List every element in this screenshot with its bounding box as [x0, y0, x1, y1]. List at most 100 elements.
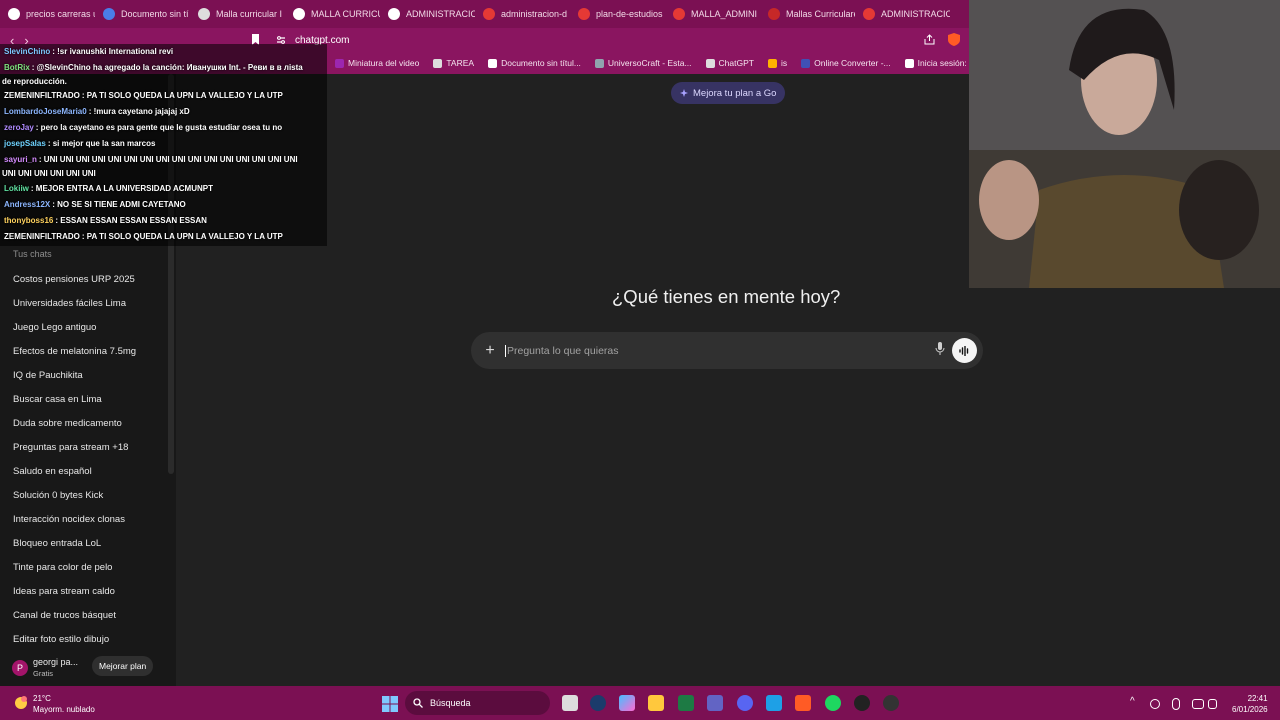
- brave-browser-icon[interactable]: [795, 695, 811, 711]
- stream-chat-message: LombardoJoseMaria0: !mura cayetano jajaj…: [4, 107, 190, 116]
- windows-taskbar: 21°C Mayorm. nublado Búsqueda ^ 22:41 6/…: [0, 686, 1280, 720]
- browser-tab[interactable]: precios carreras u: [0, 0, 95, 28]
- mail-icon[interactable]: [766, 695, 782, 711]
- teams-icon[interactable]: [707, 695, 723, 711]
- copilot-icon[interactable]: [619, 695, 635, 711]
- steam-icon[interactable]: [590, 695, 606, 711]
- bookmark-item[interactable]: Inicia sesión: Cuer: [904, 58, 970, 68]
- windows-start-icon[interactable]: [382, 696, 398, 712]
- browser-tab[interactable]: ADMINISTRACIO: [380, 0, 475, 28]
- clock[interactable]: 22:41 6/01/2026: [1232, 693, 1268, 715]
- bookmark-label: TAREA: [446, 58, 475, 68]
- bookmark-label: Documento sin títul...: [501, 58, 581, 68]
- upgrade-plan-button[interactable]: Mejorar plan: [92, 656, 154, 676]
- avatar[interactable]: P: [12, 660, 28, 676]
- task-view-icon[interactable]: [562, 695, 578, 711]
- brave-shield-icon[interactable]: [948, 33, 960, 46]
- user-info[interactable]: georgi pa... Gratis: [33, 657, 78, 679]
- excel-icon[interactable]: [678, 695, 694, 711]
- user-name: georgi pa...: [33, 657, 79, 667]
- microphone-icon[interactable]: [935, 342, 945, 356]
- browser-tab-bar: precios carreras u Documento sin tí Malla …: [0, 0, 970, 28]
- section-label-chats: Tus chats: [13, 249, 52, 259]
- discord-icon[interactable]: [737, 695, 753, 711]
- browser-tab[interactable]: MALLA CURRICU: [285, 0, 380, 28]
- display-icon[interactable]: [1192, 699, 1204, 709]
- stream-chat-message: josepSalas: si mejor que la san marcos: [4, 139, 155, 148]
- weather-icon[interactable]: [12, 694, 30, 712]
- chat-history-item[interactable]: Duda sobre medicamento: [0, 411, 170, 435]
- pdf-icon: [863, 8, 875, 20]
- chat-history-item[interactable]: Interacción nocidex clonas: [0, 507, 170, 531]
- tab-label: precios carreras u: [26, 9, 95, 19]
- browser-tab[interactable]: plan-de-estudios: [570, 0, 665, 28]
- bookmark-item[interactable]: Miniatura del video: [335, 58, 419, 68]
- taskbar-search[interactable]: Búsqueda: [405, 691, 550, 715]
- prompt-input[interactable]: Pregunta lo que quieras: [505, 344, 619, 357]
- stream-chat-message: de reproducción.: [2, 77, 67, 86]
- waveform-icon: [959, 345, 969, 356]
- bookmark-item[interactable]: Documento sin títul...: [488, 58, 581, 68]
- chat-text: : MEJOR ENTRA A LA UNIVERSIDAD ACMUNPT: [30, 184, 213, 193]
- google-icon: [293, 8, 305, 20]
- chat-history-item[interactable]: Solución 0 bytes Kick: [0, 483, 170, 507]
- chat-text: : pero la cayetano es para gente que le …: [35, 123, 283, 132]
- chat-username: zeroJay: [4, 123, 34, 132]
- page-title: ¿Qué tienes en mente hoy?: [612, 286, 841, 307]
- chat-history-item[interactable]: Buscar casa en Lima: [0, 387, 170, 411]
- chat-history-item[interactable]: Costos pensiones URP 2025: [0, 267, 170, 291]
- chat-history-item[interactable]: Efectos de melatonina 7.5mg: [0, 339, 170, 363]
- chat-history-item[interactable]: IQ de Pauchikita: [0, 363, 170, 387]
- upgrade-go-button[interactable]: Mejora tu plan a Go: [671, 82, 786, 104]
- chat-history-item[interactable]: Editar foto estilo dibujo: [0, 627, 170, 651]
- browser-tab[interactable]: Malla curricular I: [190, 0, 285, 28]
- chat-history-item[interactable]: Ideas para stream caldo: [0, 579, 170, 603]
- chat-text: : NO SE SI TIENE ADMI CAYETANO: [52, 200, 186, 209]
- bookmark-item[interactable]: ChatGPT: [705, 58, 754, 68]
- browser-tab[interactable]: Documento sin tí: [95, 0, 190, 28]
- plus-icon[interactable]: +: [483, 342, 497, 360]
- chat-history-item[interactable]: Juego Lego antiguo: [0, 315, 170, 339]
- voice-mode-button[interactable]: [952, 338, 977, 363]
- chat-text: : !mura cayetano jajajaj xD: [88, 107, 190, 116]
- webcam-feed: [969, 0, 1280, 288]
- bookmark-item[interactable]: TAREA: [433, 58, 474, 68]
- bookmark-item[interactable]: Online Converter -...: [801, 58, 891, 68]
- bookmark-item[interactable]: is: [767, 58, 788, 68]
- stream-chat-message: sayuri_n: UNI UNI UNI UNI UNI UNI UNI UN…: [4, 155, 298, 164]
- search-label: Búsqueda: [430, 698, 471, 708]
- user-profile[interactable]: P georgi pa... Gratis Mejorar plan: [0, 650, 176, 686]
- chevron-up-icon[interactable]: ^: [1130, 696, 1135, 707]
- browser-tab[interactable]: ADMINISTRACIO: [855, 0, 950, 28]
- stream-chat-message: Lokiiw: MEJOR ENTRA A LA UNIVERSIDAD ACM…: [4, 184, 213, 193]
- obs-icon[interactable]: [883, 695, 899, 711]
- tab-label: administracion-d: [501, 9, 568, 19]
- bookmark-label: Miniatura del video: [348, 58, 420, 68]
- network-icon[interactable]: [1150, 699, 1160, 709]
- chat-history-item[interactable]: Bloqueo entrada LoL: [0, 531, 170, 555]
- weather-widget[interactable]: 21°C Mayorm. nublado: [33, 693, 95, 715]
- chat-text: : UNI UNI UNI UNI UNI UNI UNI UNI UNI UN…: [38, 155, 298, 164]
- pdf-icon: [483, 8, 495, 20]
- chat-history-item[interactable]: Canal de trucos básquet: [0, 603, 170, 627]
- chat-text: : si mejor que la san marcos: [47, 139, 156, 148]
- chat-history-item[interactable]: Universidades fáciles Lima: [0, 291, 170, 315]
- volume-icon[interactable]: [1208, 699, 1217, 709]
- prompt-composer[interactable]: + Pregunta lo que quieras: [471, 332, 983, 369]
- browser-tab[interactable]: MALLA_ADMINI: [665, 0, 760, 28]
- browser-tab[interactable]: Mallas Curriculare: [760, 0, 855, 28]
- mic-tray-icon[interactable]: [1172, 698, 1180, 710]
- browser-tab[interactable]: administracion-d: [475, 0, 570, 28]
- stream-chat-message: ZEMENINFILTRADO: PA TI SOLO QUEDA LA UPN…: [4, 91, 283, 100]
- riot-icon[interactable]: [854, 695, 870, 711]
- chat-history-item[interactable]: Tinte para color de pelo: [0, 555, 170, 579]
- bookmark-item[interactable]: UniversoCraft - Esta...: [594, 58, 692, 68]
- file-explorer-icon[interactable]: [648, 695, 664, 711]
- chat-history-item[interactable]: Preguntas para stream +18: [0, 435, 170, 459]
- share-icon[interactable]: [924, 34, 935, 45]
- bookmark-label: is: [780, 58, 788, 68]
- spotify-icon[interactable]: [825, 695, 841, 711]
- bookmark-icon: [433, 58, 443, 68]
- stream-chat-message: ZEMENINFILTRADO: PA TI SOLO QUEDA LA UPN…: [4, 232, 283, 241]
- chat-history-item[interactable]: Saludo en español: [0, 459, 170, 483]
